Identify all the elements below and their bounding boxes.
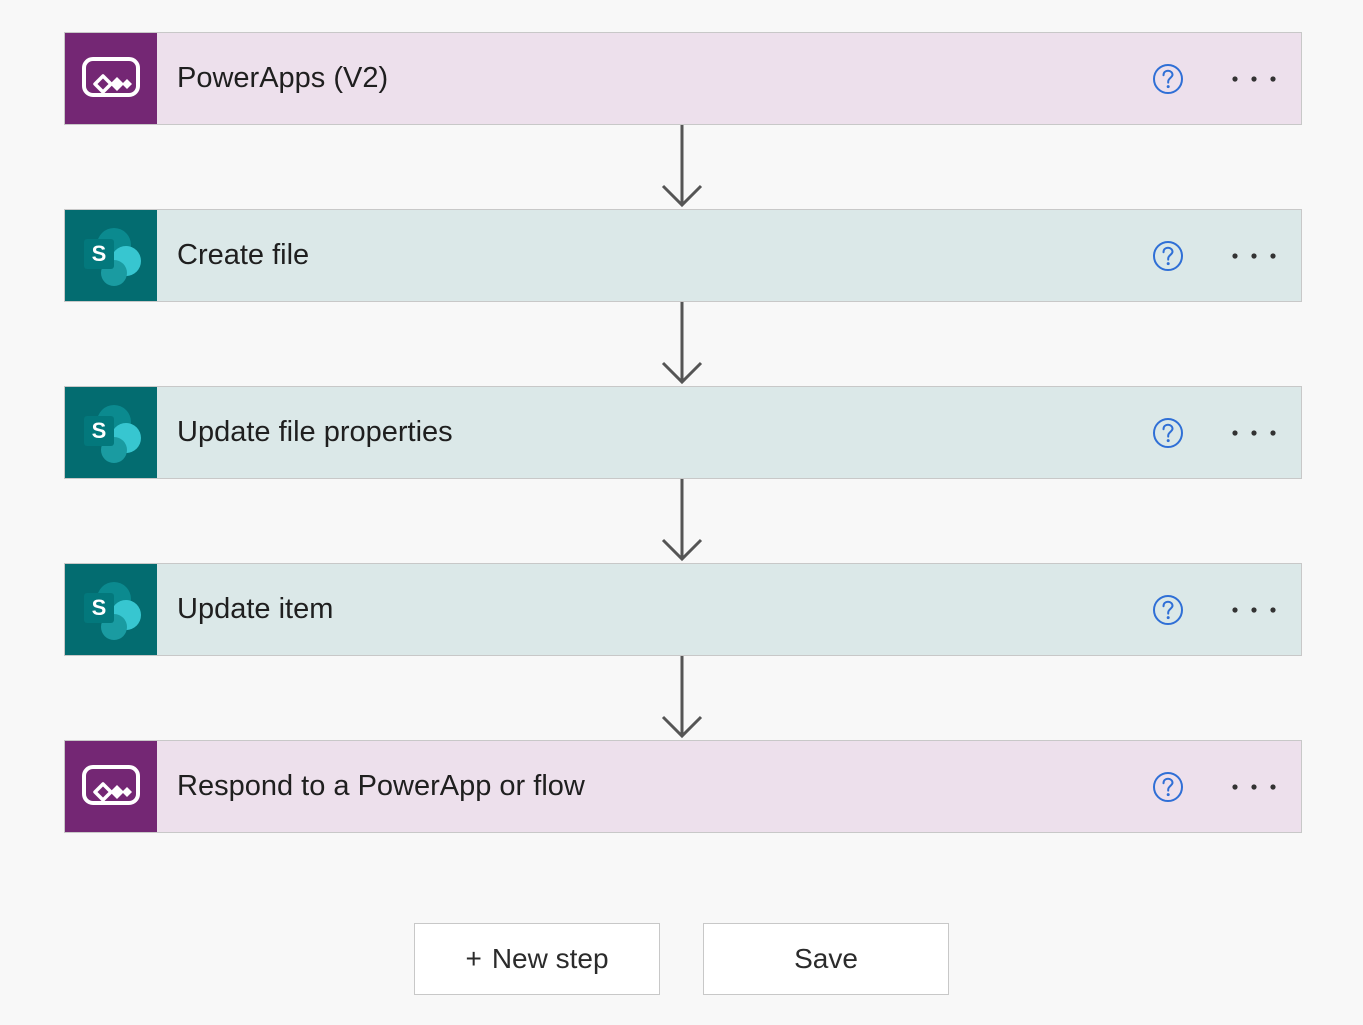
connector-arrow-icon bbox=[660, 479, 704, 563]
step-card-create-file[interactable]: Create file bbox=[64, 209, 1302, 302]
save-label: Save bbox=[794, 943, 858, 974]
more-options-icon[interactable] bbox=[1229, 416, 1279, 450]
help-icon[interactable] bbox=[1151, 62, 1185, 96]
step-card-powerapps-v2[interactable]: PowerApps (V2) bbox=[64, 32, 1302, 125]
step-title: Update item bbox=[177, 593, 334, 625]
help-icon[interactable] bbox=[1151, 770, 1185, 804]
new-step-button[interactable]: + New step bbox=[414, 923, 660, 995]
step-title: PowerApps (V2) bbox=[177, 62, 389, 94]
help-icon[interactable] bbox=[1151, 593, 1185, 627]
connector-arrow-icon bbox=[660, 125, 704, 209]
step-title: Create file bbox=[177, 239, 310, 271]
more-options-icon[interactable] bbox=[1229, 770, 1279, 804]
help-icon[interactable] bbox=[1151, 239, 1185, 273]
connector-arrow-icon bbox=[660, 656, 704, 740]
new-step-label: New step bbox=[491, 943, 609, 974]
help-icon[interactable] bbox=[1151, 416, 1185, 450]
more-options-icon[interactable] bbox=[1229, 62, 1279, 96]
powerapps-icon bbox=[65, 33, 157, 124]
step-title: Respond to a PowerApp or flow bbox=[177, 770, 585, 802]
flow-designer-canvas: PowerApps (V2) Create file Update file p… bbox=[0, 0, 1363, 1025]
more-options-icon[interactable] bbox=[1229, 239, 1279, 273]
more-options-icon[interactable] bbox=[1229, 593, 1279, 627]
connector-arrow-icon bbox=[660, 302, 704, 386]
step-card-update-item[interactable]: Update item bbox=[64, 563, 1302, 656]
powerapps-icon bbox=[65, 741, 157, 832]
step-card-respond-to-powerapp[interactable]: Respond to a PowerApp or flow bbox=[64, 740, 1302, 833]
sharepoint-icon bbox=[65, 564, 157, 655]
step-title: Update file properties bbox=[177, 416, 453, 448]
sharepoint-icon bbox=[65, 387, 157, 478]
sharepoint-icon bbox=[65, 210, 157, 301]
save-button[interactable]: Save bbox=[703, 923, 949, 995]
step-card-update-file-properties[interactable]: Update file properties bbox=[64, 386, 1302, 479]
plus-icon: + bbox=[465, 943, 482, 974]
